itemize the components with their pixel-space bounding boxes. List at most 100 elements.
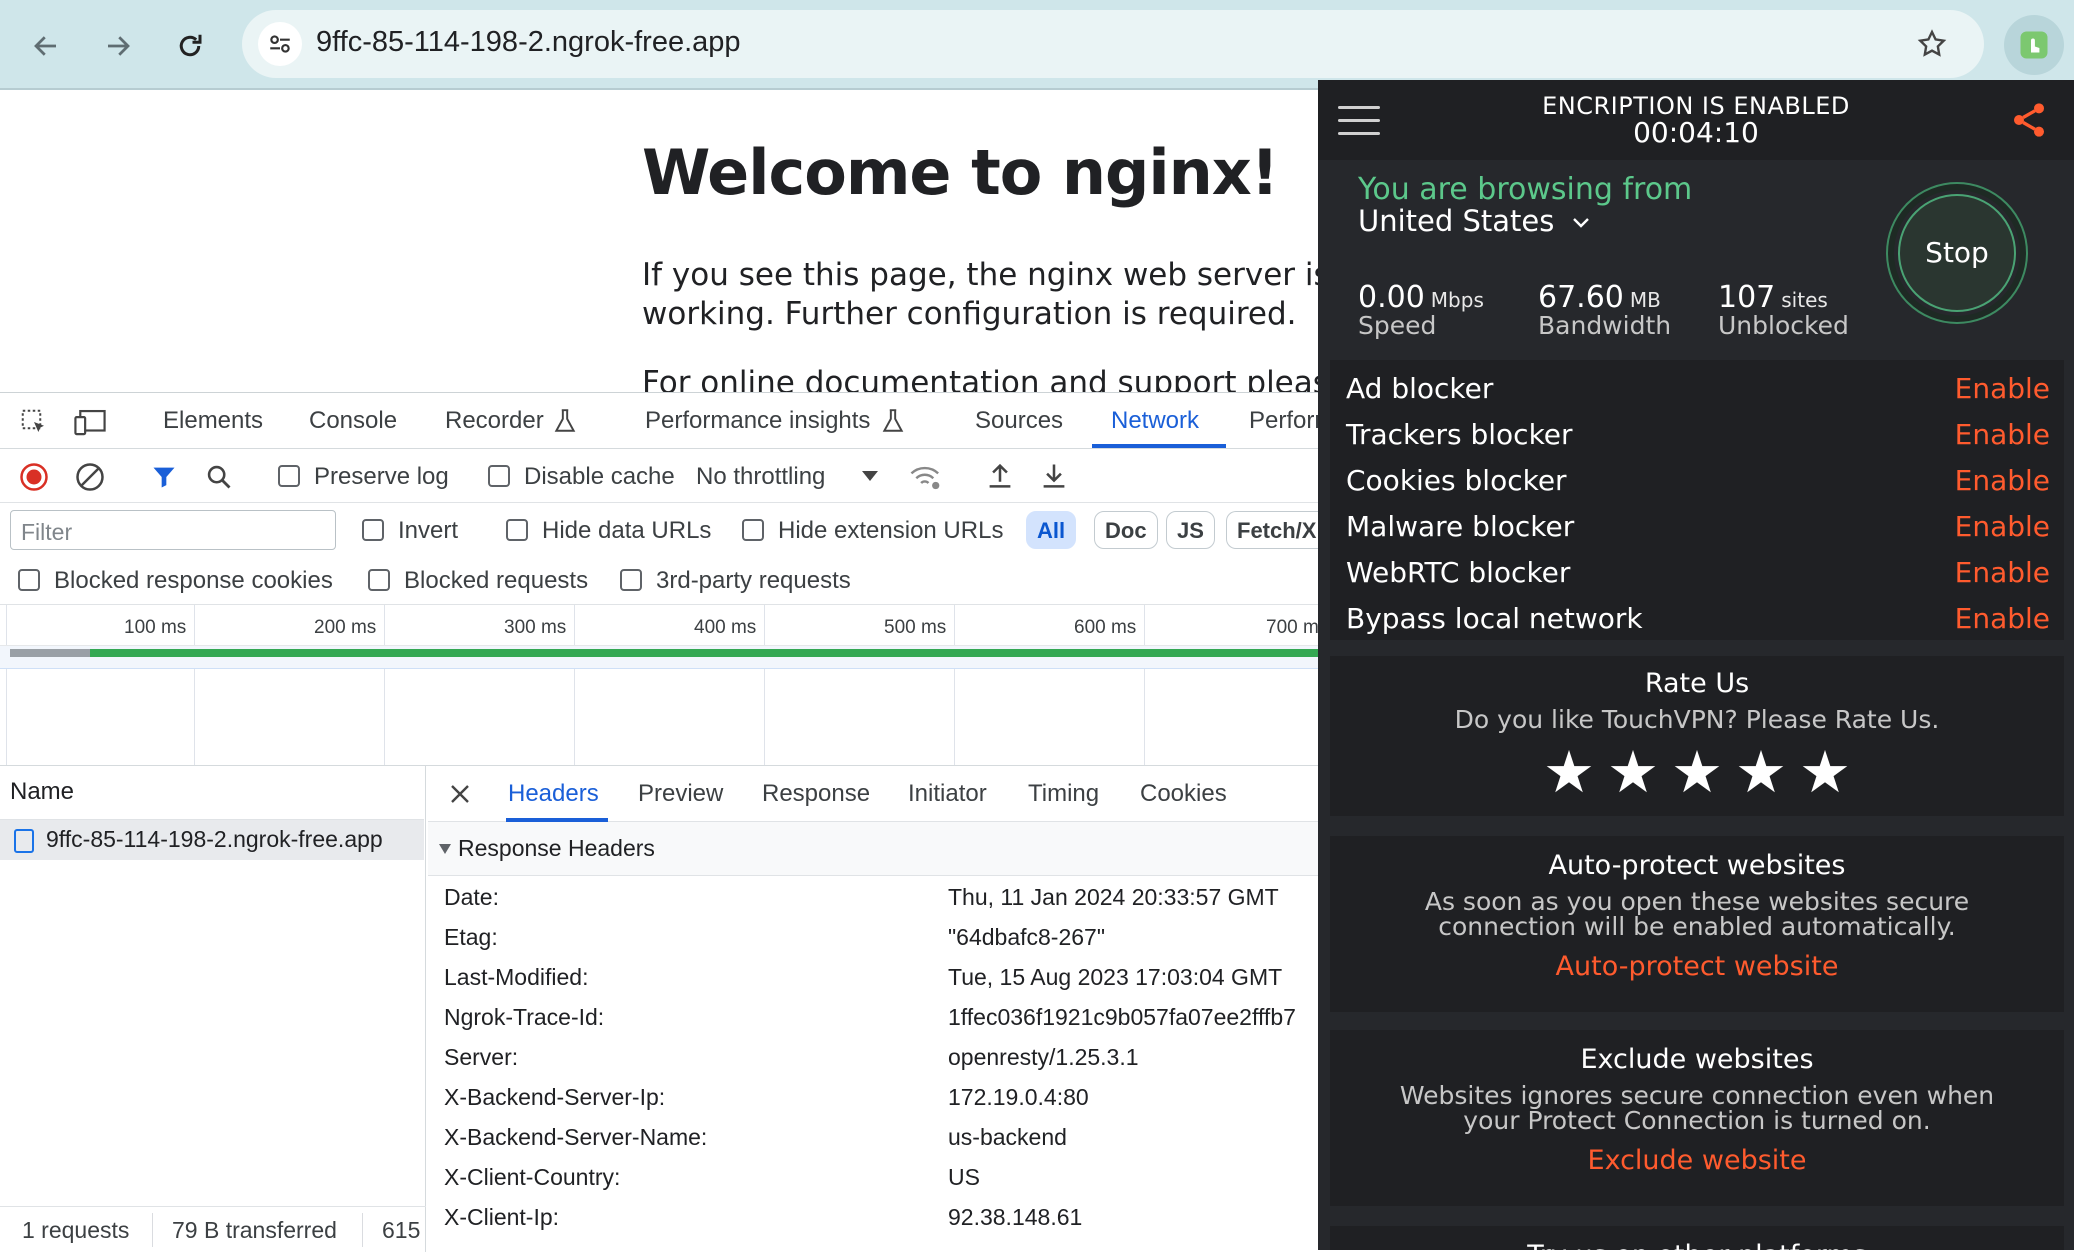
- tab-timing[interactable]: Timing: [1028, 780, 1099, 808]
- star-icon[interactable]: ★: [1671, 738, 1723, 806]
- filter-chip-js[interactable]: JS: [1166, 511, 1215, 549]
- touchvpn-hand-icon: [2020, 31, 2048, 59]
- third-party-checkbox[interactable]: [620, 569, 642, 591]
- enable-link[interactable]: Enable: [1955, 510, 2050, 543]
- header-key: X-Backend-Server-Ip:: [444, 1084, 666, 1110]
- device-toolbar-icon[interactable]: [72, 407, 108, 437]
- stop-button[interactable]: Stop: [1898, 194, 2016, 312]
- address-bar[interactable]: 9ffc-85-114-198-2.ngrok-free.app: [242, 10, 1984, 78]
- auto-protect-text: connection will be enabled automatically…: [1438, 912, 1956, 941]
- feature-name: Cookies blocker: [1346, 464, 1567, 497]
- tab-headers[interactable]: Headers: [508, 780, 599, 808]
- filter-icon[interactable]: [148, 461, 180, 493]
- clear-icon[interactable]: [74, 461, 106, 493]
- filter-input[interactable]: Filter: [10, 510, 336, 550]
- request-name[interactable]: 9ffc-85-114-198-2.ngrok-free.app: [46, 826, 383, 853]
- feature-name: Trackers blocker: [1346, 418, 1573, 451]
- site-info-icon[interactable]: [258, 22, 302, 66]
- preserve-log-checkbox[interactable]: [278, 465, 300, 487]
- vpn-extension-button[interactable]: [2004, 15, 2064, 75]
- network-panes: Name 9ffc-85-114-198-2.ngrok-free.app 1 …: [0, 765, 1320, 1252]
- blocked-requests-checkbox[interactable]: [368, 569, 390, 591]
- country-select[interactable]: United States: [1358, 204, 1590, 238]
- stat-value: 107: [1718, 280, 1776, 315]
- header-value: Thu, 11 Jan 2024 20:33:57 GMT: [948, 884, 1279, 910]
- export-har-icon[interactable]: [1038, 459, 1070, 493]
- star-rating[interactable]: ★ ★ ★ ★ ★: [1330, 738, 2064, 806]
- triangle-down-icon[interactable]: [438, 842, 452, 856]
- dropdown-arrow-icon[interactable]: [858, 465, 882, 487]
- tab-network[interactable]: Network: [1111, 407, 1199, 435]
- star-icon[interactable]: ★: [1735, 738, 1787, 806]
- web-page: Welcome to nginx! If you see this page, …: [0, 92, 1320, 392]
- url-text[interactable]: 9ffc-85-114-198-2.ngrok-free.app: [316, 26, 741, 59]
- feature-row: WebRTC blocker Enable: [1346, 552, 2050, 598]
- tab-response[interactable]: Response: [762, 780, 870, 808]
- tab-cookies[interactable]: Cookies: [1140, 780, 1227, 808]
- header-value: 172.19.0.4:80: [948, 1084, 1089, 1110]
- stat-bandwidth: 67.60 MB Bandwidth: [1538, 280, 1671, 340]
- star-icon[interactable]: ★: [1543, 738, 1595, 806]
- reload-button[interactable]: [166, 22, 214, 70]
- bookmark-star-icon[interactable]: [1910, 22, 1954, 66]
- exclude-link[interactable]: Exclude website: [1330, 1145, 2064, 1176]
- header-row: Ngrok-Trace-Id: 1ffec036f1921c9b057fa07ee…: [444, 998, 1324, 1038]
- share-icon[interactable]: [2008, 98, 2050, 142]
- throttling-select[interactable]: No throttling: [696, 463, 825, 491]
- active-tab-indicator: [1092, 444, 1226, 448]
- tab-sources[interactable]: Sources: [975, 407, 1063, 435]
- star-icon[interactable]: ★: [1607, 738, 1659, 806]
- tab-preview[interactable]: Preview: [638, 780, 723, 808]
- feature-row: Cookies blocker Enable: [1346, 460, 2050, 506]
- exclude-text: your Protect Connection is turned on.: [1463, 1106, 1931, 1135]
- timeline-request-bar: [10, 649, 1320, 657]
- request-row[interactable]: 9ffc-85-114-198-2.ngrok-free.app: [0, 820, 424, 860]
- import-har-icon[interactable]: [984, 459, 1016, 493]
- disable-cache-checkbox[interactable]: [488, 465, 510, 487]
- auto-protect-link[interactable]: Auto-protect website: [1330, 951, 2064, 982]
- header-row: X-Client-Ip: 92.38.148.61: [444, 1198, 1324, 1238]
- hide-extension-urls-checkbox[interactable]: [742, 519, 764, 541]
- enable-link[interactable]: Enable: [1955, 372, 2050, 405]
- filter-chip-all[interactable]: All: [1026, 511, 1077, 549]
- header-key: Ngrok-Trace-Id:: [444, 1004, 605, 1030]
- star-icon[interactable]: ★: [1799, 738, 1851, 806]
- tab-console[interactable]: Console: [309, 407, 397, 435]
- response-headers-section[interactable]: Response Headers: [428, 822, 1320, 876]
- tab-recorder[interactable]: Recorder: [445, 407, 544, 435]
- back-button[interactable]: [22, 22, 70, 70]
- hide-data-urls-checkbox[interactable]: [506, 519, 528, 541]
- tab-elements[interactable]: Elements: [163, 407, 263, 435]
- name-column-header[interactable]: Name: [0, 766, 424, 820]
- header-key: Server:: [444, 1044, 519, 1070]
- header-row: Last-Modified: Tue, 15 Aug 2023 17:03:04 …: [444, 958, 1324, 998]
- filter-chip-doc[interactable]: Doc: [1094, 511, 1158, 549]
- disable-cache-label: Disable cache: [524, 463, 675, 490]
- enable-link[interactable]: Enable: [1955, 464, 2050, 497]
- network-timeline-overview[interactable]: 100 ms 200 ms 300 ms 400 ms 500 ms 600 m…: [0, 605, 1320, 765]
- header-key: Last-Modified:: [444, 964, 589, 990]
- document-icon: [14, 829, 34, 853]
- filter-chip-fetch[interactable]: Fetch/X: [1226, 511, 1327, 549]
- enable-link[interactable]: Enable: [1955, 556, 2050, 589]
- network-conditions-icon[interactable]: [908, 461, 944, 493]
- blocked-requests-label: Blocked requests: [404, 567, 589, 594]
- tab-performance[interactable]: Perforn: [1249, 407, 1328, 435]
- auto-protect-title: Auto-protect websites: [1548, 850, 1846, 881]
- header-key: Etag:: [444, 924, 498, 950]
- country-name: United States: [1358, 204, 1555, 238]
- enable-link[interactable]: Enable: [1955, 418, 2050, 451]
- invert-checkbox[interactable]: [362, 519, 384, 541]
- stat-speed: 0.00 Mbps Speed: [1358, 280, 1484, 340]
- rate-us-card: Rate Us Do you like TouchVPN? Please Rat…: [1330, 656, 2064, 816]
- search-icon[interactable]: [203, 461, 235, 493]
- blocked-cookies-checkbox[interactable]: [18, 569, 40, 591]
- tab-performance-insights[interactable]: Performance insights: [645, 407, 870, 435]
- close-icon[interactable]: [446, 780, 474, 808]
- tab-initiator[interactable]: Initiator: [908, 780, 987, 808]
- feature-name: Ad blocker: [1346, 372, 1494, 405]
- forward-button[interactable]: [94, 22, 142, 70]
- record-stop-icon[interactable]: [18, 461, 50, 493]
- inspect-element-icon[interactable]: [18, 407, 50, 437]
- enable-link[interactable]: Enable: [1955, 602, 2050, 635]
